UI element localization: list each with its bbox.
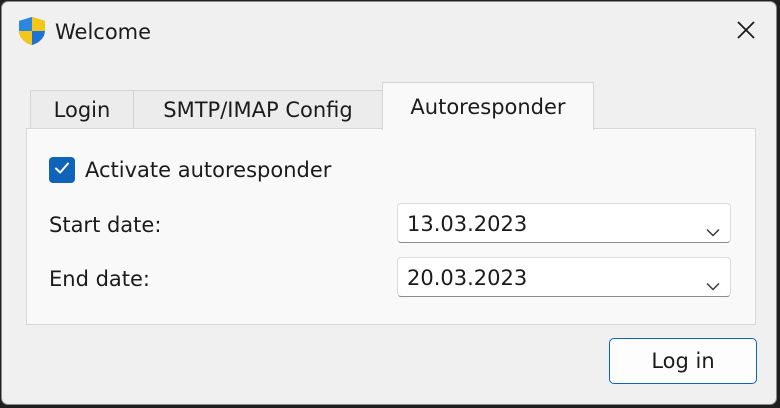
- activate-autoresponder-checkbox[interactable]: [49, 157, 75, 183]
- checkmark-icon: [53, 159, 71, 181]
- start-date-picker[interactable]: 13.03.2023: [397, 203, 731, 243]
- autoresponder-panel: Activate autoresponder Start date: 13.03…: [26, 128, 756, 325]
- chevron-down-icon[interactable]: [706, 272, 720, 296]
- window-title: Welcome: [55, 20, 152, 44]
- end-date-label: End date:: [49, 267, 151, 291]
- start-date-value: 13.03.2023: [407, 212, 528, 236]
- end-date-picker[interactable]: 20.03.2023: [397, 257, 731, 297]
- end-date-value: 20.03.2023: [407, 266, 528, 290]
- log-in-button[interactable]: Log in: [609, 338, 757, 384]
- start-date-label: Start date:: [49, 213, 162, 237]
- dialog-window: Welcome Login SMTP/IMAP Config Autorespo…: [1, 1, 777, 405]
- tab-smtp-imap-config[interactable]: SMTP/IMAP Config: [133, 90, 383, 129]
- activate-autoresponder-row[interactable]: Activate autoresponder: [49, 157, 331, 183]
- activate-autoresponder-label[interactable]: Activate autoresponder: [85, 158, 331, 182]
- chevron-down-icon[interactable]: [706, 218, 720, 242]
- title-bar[interactable]: Welcome: [2, 2, 776, 62]
- tab-login[interactable]: Login: [30, 90, 134, 129]
- tab-autoresponder[interactable]: Autoresponder: [382, 82, 594, 130]
- shield-icon: [18, 16, 46, 46]
- close-button[interactable]: [716, 2, 776, 62]
- close-icon: [736, 20, 756, 44]
